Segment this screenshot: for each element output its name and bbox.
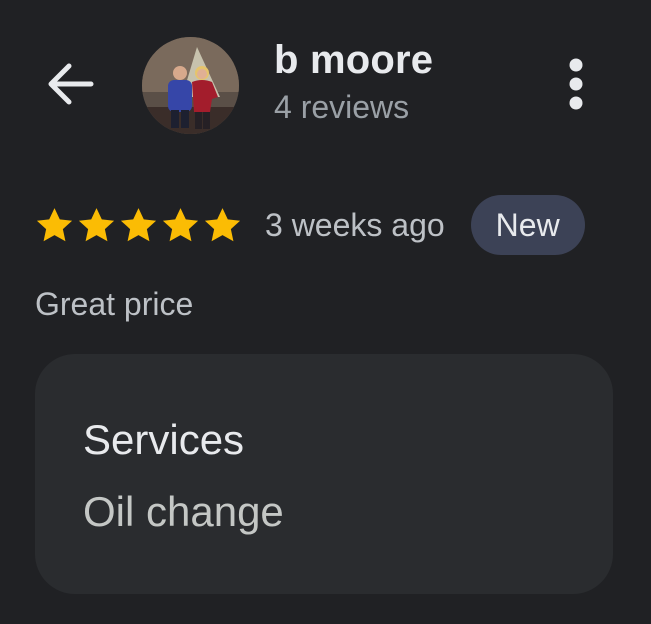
- review-text: Great price: [35, 286, 194, 322]
- rating-row: 3 weeks ago New: [34, 195, 585, 255]
- star-rating: [34, 205, 243, 246]
- star-icon: [162, 207, 199, 241]
- arrow-left-icon: [48, 63, 94, 105]
- back-button[interactable]: [38, 52, 102, 116]
- star-icon: [36, 207, 73, 241]
- review-detail-screen: b moore 4 reviews 3 weeks ago New Great …: [0, 0, 651, 624]
- reviewer-photo: [142, 37, 239, 134]
- star-icon: [78, 207, 115, 241]
- avatar[interactable]: [142, 37, 239, 134]
- services-title: Services: [83, 416, 245, 463]
- services-card: Services Oil change: [35, 354, 613, 594]
- star-icon: [204, 207, 241, 241]
- new-badge: New: [470, 195, 585, 255]
- review-time: 3 weeks ago: [265, 206, 445, 243]
- reviewer-name[interactable]: b moore: [274, 38, 433, 83]
- more-vertical-icon: [569, 58, 583, 110]
- services-value: Oil change: [83, 488, 284, 535]
- star-icon: [120, 207, 157, 241]
- review-count[interactable]: 4 reviews: [274, 89, 409, 126]
- more-options-button[interactable]: [550, 50, 602, 118]
